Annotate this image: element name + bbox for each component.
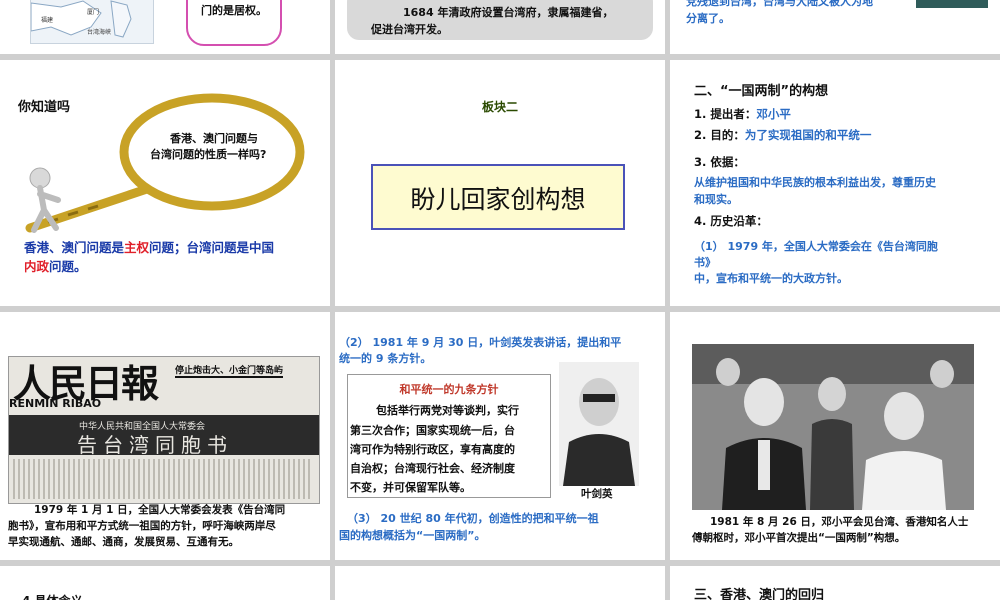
slide-text: 4 具体含义 bbox=[22, 592, 83, 600]
intro-line-1: （2） 1981 年 9 月 30 日，叶剑英发表讲话，提出和平 bbox=[339, 336, 622, 349]
caption-line-3: 早实现通航、通邮、通商，发展贸易、互通有无。 bbox=[8, 536, 239, 548]
slide-one-country-two-systems: 二、“一国两制”的构想 1. 提出者：邓小平 2. 目的：为了实现祖国的和平统一… bbox=[670, 60, 1000, 306]
item-4-value-3: 中，宣布和平统一的大政方针。 bbox=[694, 272, 848, 285]
section-label: 板块二 bbox=[481, 100, 518, 114]
meeting-photo bbox=[692, 344, 974, 510]
intro-line-2: 统一的 9 条方针。 bbox=[339, 352, 432, 365]
small-photo bbox=[916, 0, 988, 8]
item-4-label: 4. 历史沿革： bbox=[694, 214, 768, 228]
item-3-value-1: 从维护祖国和中华民族的根本利益出发，尊重历史 bbox=[694, 176, 936, 189]
caption-line-2: 胞书》，宣布用和平方式统一祖国的方针，呼吁海峡两岸尽 bbox=[8, 520, 276, 532]
slide-deng-meeting: 1981 年 8 月 26 日，邓小平会见台湾、香港知名人士 傅朝枢时，邓小平首… bbox=[670, 312, 1000, 560]
slide-nine-principles: （2） 1981 年 9 月 30 日，叶剑英发表讲话，提出和平 统一的 9 条… bbox=[335, 312, 665, 560]
portrait-photo bbox=[559, 362, 639, 486]
portrait-graphic bbox=[563, 378, 635, 486]
answer-keyword-internal: 内政 bbox=[24, 259, 50, 274]
heading: 三、香港、澳门的回归 bbox=[694, 588, 825, 600]
portrait-caption: 叶剑英 bbox=[581, 488, 613, 500]
item-2-label: 2. 目的： bbox=[694, 128, 745, 142]
answer-text: 香港、澳门问题是主权问题；台湾问题是中国内政问题。 bbox=[24, 238, 324, 276]
heading: 二、“一国两制”的构想 bbox=[694, 84, 829, 99]
caption-line-2: 促进台湾开发。 bbox=[371, 23, 448, 36]
newspaper-body bbox=[13, 459, 313, 499]
newspaper-headline: 停止炮击大、小金门等岛屿 bbox=[175, 363, 284, 378]
question-line-2: 台湾问题的性质一样吗? bbox=[150, 148, 267, 161]
outro-line-2: 国的构想概括为“一国两制”。 bbox=[339, 529, 486, 542]
caption-line-2: 傅朝枢时，邓小平首次提出“一国两制”构想。 bbox=[692, 532, 906, 544]
item-2: 2. 目的：为了实现祖国的和平统一 bbox=[694, 127, 871, 143]
bubble-text: 门的是居权。 bbox=[201, 4, 267, 17]
text-line-1: 党残退到台湾，台湾与大陆又被人为地 bbox=[686, 0, 873, 8]
slide-blank bbox=[335, 566, 665, 600]
slide-separation: 党残退到台湾，台湾与大陆又被人为地 分离了。 bbox=[670, 0, 1000, 54]
caption-line-1: 1684 年清政府设置台湾府，隶属福建省， bbox=[403, 6, 614, 19]
outro-line-1: （3） 20 世纪 80 年代初，创造性的把和平统一祖 bbox=[347, 512, 599, 525]
answer-part-5: 问题。 bbox=[49, 259, 87, 274]
meeting-graphic bbox=[692, 344, 974, 510]
slide-taiwan-fu: 1684 年清政府设置台湾府，隶属福建省， 促进台湾开发。 bbox=[335, 0, 665, 54]
map-image: 厦门 福建 台湾海峡 bbox=[30, 0, 154, 44]
item-1: 1. 提出者：邓小平 bbox=[694, 106, 791, 122]
item-3-label: 3. 依据： bbox=[694, 155, 745, 169]
title-box-text: 盼儿回家创构想 bbox=[410, 185, 586, 214]
speech-bubble: 门的是居权。 bbox=[186, 0, 282, 46]
title-box: 盼儿回家创构想 bbox=[371, 164, 625, 230]
slide-do-you-know: 你知道吗 香港、澳门问题与 台湾问题的性质一样吗? 香港、澳门问题是主权问题；台… bbox=[0, 60, 330, 306]
principle-line-2: 第三次合作；国家实现统一后，台 bbox=[350, 424, 515, 437]
principle-line-3: 湾可作为特别行政区，享有高度的 bbox=[350, 443, 515, 456]
caption-card: 1684 年清政府设置台湾府，隶属福建省， 促进台湾开发。 bbox=[347, 0, 653, 40]
question-line-1: 香港、澳门问题与 bbox=[170, 132, 258, 145]
item-3-value-2: 和现实。 bbox=[694, 193, 738, 206]
newspaper-big-title: 告台湾同胞书 bbox=[77, 433, 233, 457]
principles-box: 和平统一的九条方针 包括举行两党对等谈判，实行 第三次合作；国家实现统一后，台 … bbox=[347, 374, 551, 498]
principles-title: 和平统一的九条方针 bbox=[399, 383, 499, 396]
item-1-value: 邓小平 bbox=[756, 107, 791, 121]
slide-specific-meaning: 4 具体含义 bbox=[0, 566, 330, 600]
principle-line-1: 包括举行两党对等谈判，实行 bbox=[376, 404, 519, 417]
slide-newspaper: 人民日報 RENMIN RIBAO 停止炮击大、小金门等岛屿 中华人民共和国全国… bbox=[0, 312, 330, 560]
item-2-value: 为了实现祖国的和平统一 bbox=[744, 128, 872, 142]
answer-part-1: 香港、澳门问题是 bbox=[24, 240, 125, 255]
principle-line-5: 不变，并可保留军队等。 bbox=[350, 481, 471, 494]
slide-section-two: 板块二 盼儿回家创构想 bbox=[335, 60, 665, 306]
principle-line-4: 自治权；台湾现行社会、经济制度 bbox=[350, 462, 515, 475]
newspaper-image: 人民日報 RENMIN RIBAO 停止炮击大、小金门等岛屿 中华人民共和国全国… bbox=[8, 356, 320, 504]
map-label-xiamen: 厦门 bbox=[87, 9, 100, 16]
newspaper-pinyin: RENMIN RIBAO bbox=[9, 397, 102, 410]
caption-line-1: 1979 年 1 月 1 日，全国人大常委会发表《告台湾同 bbox=[34, 504, 286, 516]
item-1-label: 1. 提出者： bbox=[694, 107, 757, 121]
map-label-fujian: 福建 bbox=[41, 17, 54, 24]
item-4-value-2: 书》 bbox=[694, 256, 716, 269]
map-label-strait: 台湾海峡 bbox=[87, 29, 112, 36]
answer-keyword-sovereignty: 主权 bbox=[124, 240, 150, 255]
text-line-2: 分离了。 bbox=[686, 12, 730, 25]
item-4-value-1: （1） 1979 年，全国人大常委会在《告台湾同胞 bbox=[694, 240, 938, 253]
answer-part-3: 问题；台湾问题是中国 bbox=[149, 240, 275, 255]
caption-line-1: 1981 年 8 月 26 日，邓小平会见台湾、香港知名人士 bbox=[710, 516, 969, 528]
slide-return-hk-macao: 三、香港、澳门的回归 bbox=[670, 566, 1000, 600]
slide-map: 厦门 福建 台湾海峡 门的是居权。 bbox=[0, 0, 330, 54]
